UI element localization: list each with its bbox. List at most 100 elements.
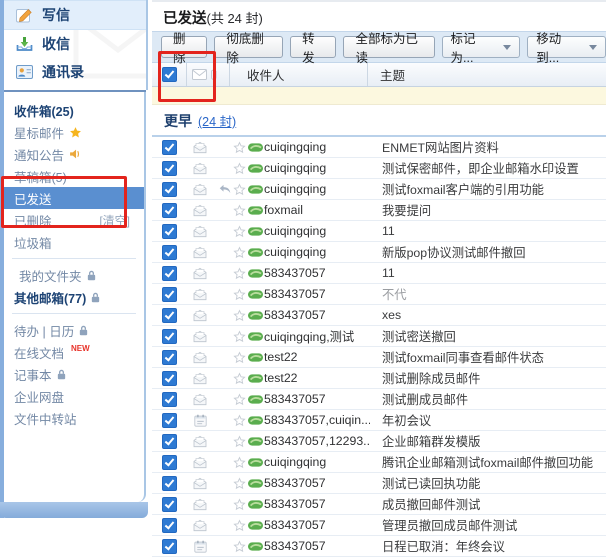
row-checkbox[interactable] [162,497,177,512]
toolbar-button-0[interactable]: 删除 [161,36,207,58]
row-checkbox[interactable] [162,266,177,281]
row-checkbox[interactable] [162,476,177,491]
star-outline-icon[interactable] [231,477,247,490]
sidebar-folder-item[interactable]: 在线文档NEW [4,341,144,363]
mail-row[interactable]: 583437057日程已取消：年终会议 [152,536,606,557]
paperclip-icon[interactable] [210,68,218,81]
mail-row[interactable]: test22测试删除成员邮件 [152,368,606,389]
mail-row[interactable]: test22测试foxmail同事查看邮件状态 [152,347,606,368]
star-outline-icon[interactable] [231,246,247,259]
sidebar-folder-item[interactable]: 待办 | 日历 [4,319,144,341]
select-all-checkbox[interactable] [162,67,177,82]
mail-open-icon [187,477,213,490]
row-checkbox[interactable] [162,308,177,323]
star-outline-icon[interactable] [231,288,247,301]
star-outline-icon[interactable] [231,540,247,553]
mail-main-panel: 已发送(共 24 封) 删除彻底删除转发全部标为已读标记为...移动到... [152,0,606,546]
row-checkbox[interactable] [162,203,177,218]
row-checkbox[interactable] [162,140,177,155]
mail-row[interactable]: 58343705711 [152,263,606,284]
mail-row[interactable]: cuiqingqing新版pop协议测试邮件撤回 [152,242,606,263]
row-checkbox[interactable] [162,371,177,386]
row-checkbox[interactable] [162,518,177,533]
sidebar-folder-item[interactable]: 垃圾箱 [4,231,144,253]
row-checkbox[interactable] [162,182,177,197]
row-checkbox-cell [152,287,187,302]
mail-row[interactable]: 583437057测试已读回执功能 [152,473,606,494]
mail-row[interactable]: 583437057成员撤回邮件测试 [152,494,606,515]
row-checkbox[interactable] [162,161,177,176]
sidebar-folder-item[interactable]: 已删除[清空] [4,209,144,231]
star-outline-icon[interactable] [231,414,247,427]
row-subject: 企业邮箱群发模版 [370,432,606,450]
sidebar-folder-item[interactable]: 文件中转站 [4,407,144,429]
mail-row[interactable]: foxmail我要提问 [152,200,606,221]
toolbar-button-1[interactable]: 彻底删除 [214,36,283,58]
toolbar-button-2[interactable]: 转发 [290,36,336,58]
row-checkbox[interactable] [162,413,177,428]
row-checkbox-cell [152,245,187,260]
star-outline-icon[interactable] [231,498,247,511]
row-subject: 测试密送撤回 [370,327,606,345]
star-outline-icon[interactable] [231,225,247,238]
star-outline-icon[interactable] [231,141,247,154]
mail-row[interactable]: 583437057不代 [152,284,606,305]
star-outline-icon[interactable] [231,162,247,175]
row-checkbox[interactable] [162,329,177,344]
sidebar-action-contacts[interactable]: 通讯录 [4,58,146,86]
sidebar-folder-item[interactable]: 星标邮件 [4,121,144,143]
green-verified-icon [247,289,264,300]
mail-row[interactable]: cuiqingqing测试保密邮件，即企业邮箱水印设置 [152,158,606,179]
mail-open-icon [187,456,213,469]
star-outline-icon[interactable] [231,183,247,196]
sidebar-folder-item[interactable]: 收件箱(25) [4,99,144,121]
mail-row[interactable]: 583437057管理员撤回成员邮件测试 [152,515,606,536]
star-outline-icon[interactable] [231,519,247,532]
mail-row[interactable]: 583437057测试删成员邮件 [152,389,606,410]
row-checkbox[interactable] [162,392,177,407]
mail-closed-icon[interactable] [192,69,207,80]
star-outline-icon[interactable] [231,204,247,217]
mail-row[interactable]: cuiqingqing测试foxmail客户端的引用功能 [152,179,606,200]
row-checkbox[interactable] [162,224,177,239]
star-outline-icon[interactable] [231,330,247,343]
row-checkbox[interactable] [162,434,177,449]
calendar-icon [187,540,213,553]
toolbar-dropdown-1[interactable]: 移动到... [527,36,606,58]
sidebar-folder-item[interactable]: 企业网盘 [4,385,144,407]
row-checkbox[interactable] [162,455,177,470]
star-outline-icon[interactable] [231,267,247,280]
row-checkbox[interactable] [162,350,177,365]
mail-row[interactable]: cuiqingqing,测试测试密送撤回 [152,326,606,347]
sidebar-folder-item[interactable]: 草稿箱(5) [4,165,144,187]
star-outline-icon[interactable] [231,456,247,469]
sidebar-folder-item[interactable]: 通知公告 [4,143,144,165]
sidebar-folder-item[interactable]: 已发送 [4,187,144,209]
mail-row[interactable]: 583437057xes [152,305,606,326]
sidebar-folder-item[interactable]: 其他邮箱(77) [4,286,144,308]
star-outline-icon[interactable] [231,435,247,448]
empty-folder-link[interactable]: [清空] [99,212,130,229]
star-outline-icon[interactable] [231,351,247,364]
sidebar-folder-item[interactable]: 记事本 [4,363,144,385]
row-checkbox[interactable] [162,539,177,554]
star-outline-icon[interactable] [231,393,247,406]
group-count-link[interactable]: (24 封) [198,111,236,130]
mail-row[interactable]: cuiqingqing11 [152,221,606,242]
chevron-down-icon [503,45,511,54]
sidebar-action-compose[interactable]: 写信 [4,0,146,30]
row-checkbox[interactable] [162,287,177,302]
mail-row[interactable]: cuiqingqingENMET网站图片资料 [152,137,606,158]
mail-row[interactable]: cuiqingqing腾讯企业邮箱测试foxmail邮件撤回功能 [152,452,606,473]
mail-row[interactable]: 583437057,cuiqin...年初会议 [152,410,606,431]
row-recipient: 583437057 [264,308,370,322]
sidebar-folder-item[interactable]: 我的文件夹 [4,264,144,286]
row-checkbox[interactable] [162,245,177,260]
star-outline-icon[interactable] [231,309,247,322]
toolbar-dropdown-0[interactable]: 标记为... [442,36,521,58]
sidebar-action-receive[interactable]: 收信 [4,30,146,58]
star-outline-icon[interactable] [231,372,247,385]
row-checkbox-cell [152,497,187,512]
mail-row[interactable]: 583437057,12293...企业邮箱群发模版 [152,431,606,452]
toolbar-button-3[interactable]: 全部标为已读 [343,36,434,58]
